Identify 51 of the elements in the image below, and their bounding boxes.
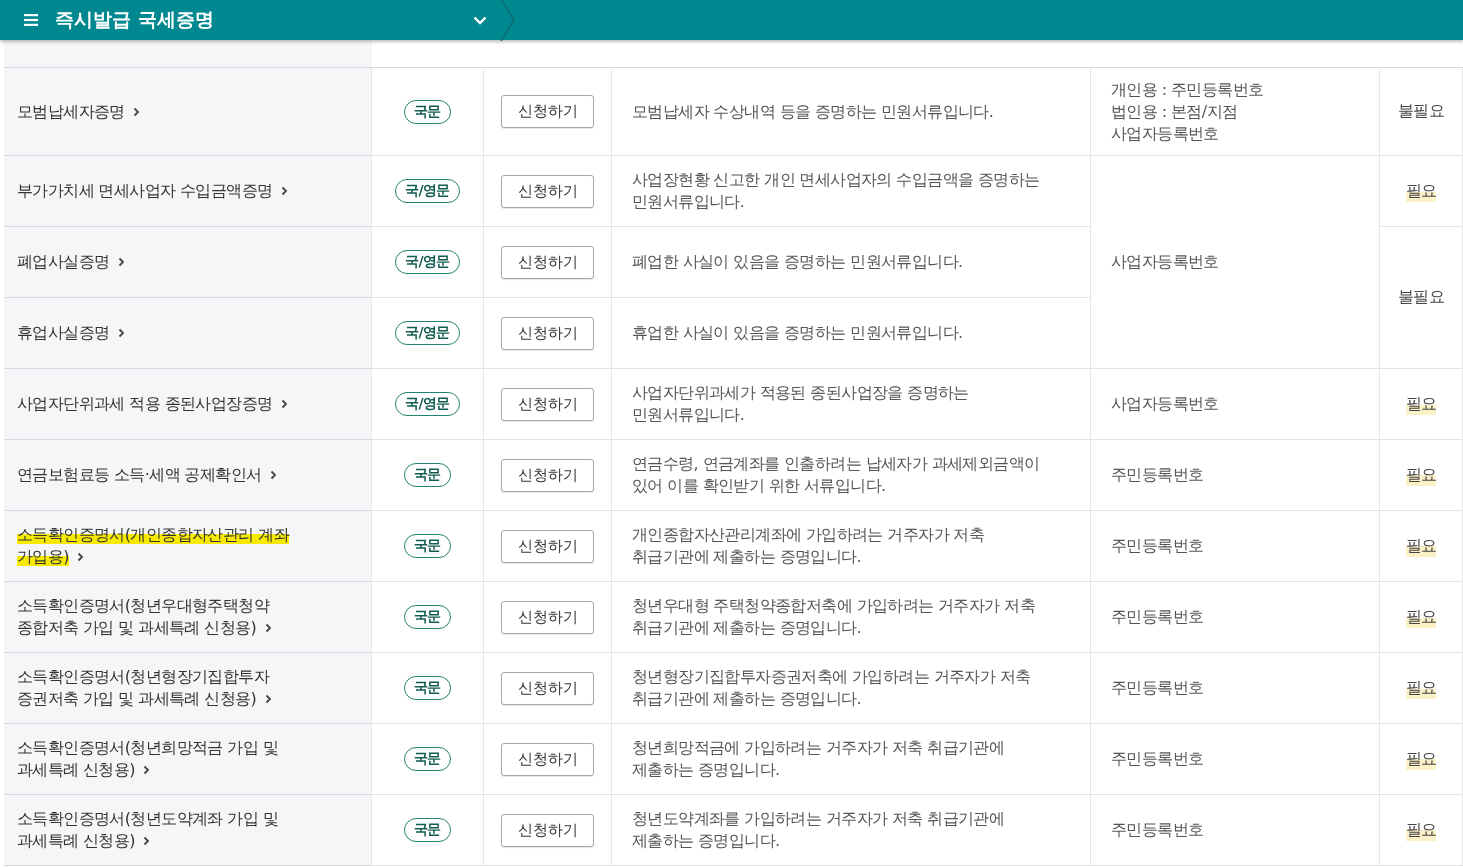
apply-button[interactable]: 신청하기 bbox=[501, 600, 594, 634]
apply-button[interactable]: 신청하기 bbox=[501, 742, 594, 776]
document-name-link[interactable]: 모범납세자증명 bbox=[17, 100, 141, 123]
apply-button[interactable]: 신청하기 bbox=[501, 671, 594, 705]
chevron-right-icon bbox=[143, 836, 151, 846]
description-text: 연금수령, 연금계좌를 인출하려는 납세자가 과세제외금액이 있어 이를 확인받기 위한 서류입니다. bbox=[632, 453, 1040, 497]
chevron-right-icon bbox=[269, 470, 277, 480]
description-text: 모범납세자 수상내역 등을 증명하는 민원서류입니다. bbox=[632, 100, 994, 123]
chevron-right-icon bbox=[280, 186, 288, 196]
menu-icon[interactable] bbox=[24, 14, 38, 26]
description-text: 사업장현황 신고한 개인 면세사업자의 수입금액을 증명하는 민원서류입니다. bbox=[632, 169, 1040, 213]
description-text: 사업자단위과세가 적용된 종된사업장을 증명하는 민원서류입니다. bbox=[632, 382, 969, 426]
chevron-right-icon bbox=[264, 623, 272, 633]
seal-requirement-text: 불필요 bbox=[1397, 101, 1445, 122]
description-text: 개인종합자산관리계좌에 가입하려는 거주자가 저축 취급기관에 제출하는 증명입니다. bbox=[632, 524, 985, 568]
chevron-right-icon bbox=[133, 106, 141, 117]
document-name-link[interactable]: 폐업사실증명 bbox=[17, 251, 125, 273]
description-text: 휴업한 사실이 있음을 증명하는 민원서류입니다. bbox=[632, 322, 963, 344]
apply-button[interactable]: 신청하기 bbox=[501, 95, 594, 128]
apply-button[interactable]: 신청하기 bbox=[501, 387, 594, 421]
apply-button[interactable]: 신청하기 bbox=[501, 813, 594, 847]
chevron-right-icon bbox=[117, 328, 125, 338]
chevron-right-icon bbox=[264, 694, 272, 704]
required-id-text: 주민등록번호 bbox=[1111, 748, 1204, 770]
chevron-right-icon bbox=[77, 552, 85, 562]
chevron-right-icon bbox=[143, 765, 151, 775]
breadcrumb-separator-icon bbox=[500, 0, 516, 41]
required-id-text: 주민등록번호 bbox=[1111, 677, 1204, 699]
apply-button[interactable]: 신청하기 bbox=[501, 458, 594, 492]
description-text: 청년우대형 주택청약종합저축에 가입하려는 거주자가 저축 취급기관에 제출하는 증명입니다. bbox=[632, 595, 1035, 639]
seal-requirement-text: 불필요 bbox=[1397, 287, 1445, 308]
required-id-text: 주민등록번호 bbox=[1111, 464, 1204, 486]
document-name-link[interactable]: 휴업사실증명 bbox=[17, 322, 125, 344]
apply-button[interactable]: 신청하기 bbox=[501, 316, 594, 350]
required-id-text: 주민등록번호 bbox=[1111, 535, 1204, 557]
page-title: 즉시발급 국세증명 bbox=[55, 7, 215, 32]
description-text: 폐업한 사실이 있음을 증명하는 민원서류입니다. bbox=[632, 251, 963, 273]
description-text: 청년희망적금에 가입하려는 거주자가 저축 취급기관에 제출하는 증명입니다. bbox=[632, 737, 1005, 781]
chevron-right-icon bbox=[117, 257, 125, 267]
required-id-text: 개인용 : 주민등록번호 법인용 : 본점/지점 사업자등록번호 bbox=[1111, 78, 1264, 145]
apply-button[interactable]: 신청하기 bbox=[501, 174, 594, 208]
apply-button[interactable]: 신청하기 bbox=[501, 529, 594, 563]
description-text: 청년형장기집합투자증권저축에 가입하려는 거주자가 저축 취급기관에 제출하는 증명입니다. bbox=[632, 666, 1031, 710]
description-text: 청년도약계좌를 가입하려는 거주자가 저축 취급기관에 제출하는 증명입니다. bbox=[632, 808, 1005, 852]
required-id-text: 주민등록번호 bbox=[1111, 819, 1204, 841]
chevron-down-icon[interactable] bbox=[473, 15, 487, 25]
required-id-text: 사업자등록번호 bbox=[1111, 393, 1219, 415]
required-id-text: 사업자등록번호 bbox=[1111, 251, 1219, 273]
chevron-right-icon bbox=[280, 399, 288, 409]
apply-button[interactable]: 신청하기 bbox=[501, 245, 594, 279]
required-id-text: 주민등록번호 bbox=[1111, 606, 1204, 628]
